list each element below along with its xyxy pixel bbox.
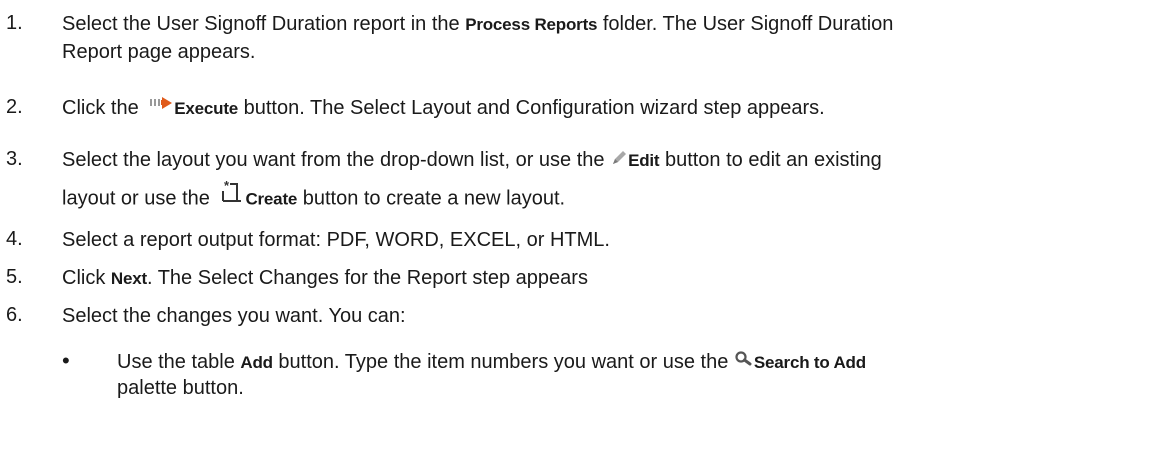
- step-text-line: Select the changes you want. You can:: [62, 304, 406, 328]
- text-segment: button to edit an existing: [659, 149, 882, 171]
- step-text-line: Select the User Signoff Duration report …: [62, 12, 893, 37]
- text-segment: Select the User Signoff Duration report …: [62, 13, 466, 35]
- ui-label-search-to-add: Search to Add: [753, 353, 866, 372]
- text-segment: Click: [62, 267, 111, 289]
- text-segment: Click the: [62, 97, 145, 119]
- svg-text:*: *: [224, 179, 230, 193]
- step-number: 6.: [6, 304, 23, 326]
- text-segment: Select the changes you want. You can:: [62, 305, 406, 327]
- step-number: 4.: [6, 228, 23, 250]
- step-number: 2.: [6, 96, 23, 118]
- ui-label-next: Next: [110, 269, 147, 288]
- step-number: 3.: [6, 148, 23, 170]
- step-text-line: Report page appears.: [62, 40, 255, 64]
- step-number: 5.: [6, 266, 23, 288]
- text-segment: folder. The User Signoff Duration: [597, 13, 894, 35]
- execute-icon: [150, 96, 174, 114]
- text-segment: button to create a new layout.: [297, 187, 566, 210]
- ui-label-add: Add: [240, 353, 273, 372]
- ui-label-edit: Edit: [628, 151, 660, 170]
- step-text-line: Click the Execute button. The Select Lay…: [62, 96, 825, 121]
- text-segment: button. Type the item numbers you want o…: [272, 351, 734, 373]
- ui-label-process-reports: Process Reports: [465, 15, 598, 34]
- step-text-line: Click Next. The Select Changes for the R…: [62, 266, 588, 291]
- text-segment: Select the layout you want from the drop…: [62, 149, 611, 171]
- step-text-line: layout or use the * Create button to cre…: [62, 178, 566, 212]
- bullet: •: [62, 348, 70, 373]
- text-segment: . The Select Changes for the Report step…: [146, 267, 588, 289]
- text-segment: layout or use the: [62, 187, 216, 210]
- text-segment: palette button.: [117, 377, 244, 399]
- text-segment: Select a report output format: PDF, WORD…: [62, 229, 610, 251]
- step-text-line: Select the layout you want from the drop…: [62, 148, 882, 173]
- text-segment: button. The Select Layout and Configurat…: [238, 97, 825, 119]
- ui-label-create: Create: [245, 189, 298, 209]
- edit-pencil-icon: [610, 149, 628, 167]
- step-text-line: palette button.: [117, 376, 244, 400]
- step-text-line: Use the table Add button. Type the item …: [117, 350, 866, 375]
- text-segment: Use the table: [117, 351, 241, 373]
- ui-label-execute: Execute: [174, 99, 239, 118]
- step-number: 1.: [6, 12, 23, 34]
- text-segment: Report page appears.: [62, 41, 256, 63]
- create-new-icon: *: [219, 178, 245, 205]
- step-text-line: Select a report output format: PDF, WORD…: [62, 228, 610, 252]
- search-icon: [734, 350, 754, 368]
